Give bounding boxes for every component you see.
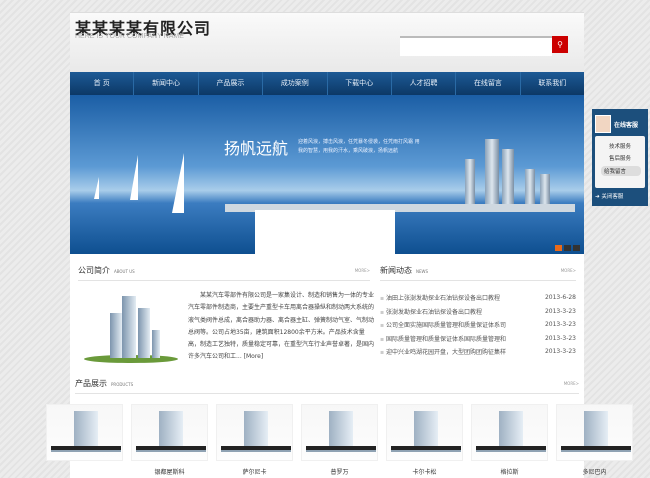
- search-button[interactable]: ⚲: [552, 36, 568, 53]
- avatar: [595, 115, 611, 133]
- product-image[interactable]: [301, 404, 378, 461]
- news-item[interactable]: 公司全面实施国际质量管理和质量保证体系司 2013-3-23: [380, 318, 576, 332]
- product-card[interactable]: [46, 404, 123, 476]
- search-box: ⚲: [400, 36, 568, 56]
- sailboat: [130, 155, 138, 200]
- product-name[interactable]: 卡尔卡松: [386, 467, 463, 476]
- nav-products[interactable]: 产品展示: [199, 72, 264, 95]
- building: [485, 139, 499, 209]
- product-card[interactable]: 卡尔卡松: [386, 404, 463, 476]
- nav-contact[interactable]: 联系我们: [521, 72, 584, 95]
- news-item-title[interactable]: 油田上张澍发勘探业石油钻探设备出口教程: [380, 293, 500, 302]
- product-image[interactable]: [46, 404, 123, 461]
- products-more-link[interactable]: MORE>: [564, 381, 579, 386]
- news-item-date: 2013-3-23: [544, 321, 576, 329]
- about-section: 公司简介 ABOUT US MORE> 某某汽车零部件有限公司是一家集设计、制造和销…: [78, 265, 374, 363]
- news-item-title[interactable]: 公司全面实施国际质量管理和质量保证体系司: [380, 320, 506, 329]
- header: 某某某某有限公司 HERE IS YOUR COMPANY NAME ⚲: [70, 12, 584, 72]
- nav-download[interactable]: 下载中心: [328, 72, 392, 95]
- news-title: 新闻动态: [380, 266, 412, 275]
- products-subtitle: PRODUCTS: [111, 382, 134, 387]
- news-subtitle: NEWS: [416, 269, 429, 274]
- section-header: 产品展示 PRODUCTS MORE>: [75, 378, 579, 394]
- product-card[interactable]: 萨尔尼卡: [216, 404, 293, 476]
- section-header: 公司简介 ABOUT US MORE>: [78, 265, 370, 281]
- about-subtitle: ABOUT US: [114, 269, 135, 274]
- banner-subtitle: 迎着风浪，搏击风浪，任凭暴冬侵袭，任凭雨打风霜 用我的智慧，用我的汗水，乘风破浪…: [298, 139, 420, 154]
- about-body: 某某汽车零部件有限公司是一家集设计、制造和销售为一体的专业汽车零部件制造商，主要…: [188, 292, 375, 361]
- building: [502, 149, 514, 209]
- main-nav: 首 页 新闻中心 产品展示 成功案例 下载中心 人才招聘 在线留言 联系我们: [70, 72, 584, 95]
- news-more-link[interactable]: MORE>: [561, 268, 576, 273]
- arrow-right-icon: ➜: [595, 194, 600, 200]
- product-name[interactable]: 银都屋斯科: [131, 467, 208, 476]
- kefu-title: 在线客服: [614, 121, 639, 129]
- product-image[interactable]: [556, 404, 633, 461]
- product-card[interactable]: 普罗万: [301, 404, 378, 476]
- news-item[interactable]: 国际质量管理和质量保证体系国际质量管理和 2013-3-23: [380, 332, 576, 346]
- product-image[interactable]: [471, 404, 548, 461]
- kefu-close-button[interactable]: ➜ 关闭客服: [595, 192, 645, 200]
- slide-dot[interactable]: [573, 245, 580, 251]
- banner-overlay: [255, 210, 395, 254]
- news-item[interactable]: 张澍发勘探业石油钻探设备出口教程 2013-3-23: [380, 305, 576, 319]
- slide-dot[interactable]: [564, 245, 571, 251]
- news-item-title[interactable]: 国际质量管理和质量保证体系国际质量管理和: [380, 334, 506, 343]
- building: [525, 169, 535, 209]
- nav-cases[interactable]: 成功案例: [263, 72, 328, 95]
- slider-dots: [555, 245, 580, 251]
- product-card[interactable]: 格拉斯: [471, 404, 548, 476]
- search-icon: ⚲: [557, 40, 563, 49]
- nav-home[interactable]: 首 页: [70, 72, 135, 95]
- sailboat: [94, 177, 99, 199]
- about-text: 某某汽车零部件有限公司是一家集设计、制造和销售为一体的专业汽车零部件制造商，主要…: [188, 290, 374, 364]
- banner[interactable]: 扬帆远航 迎着风浪，搏击风浪，任凭暴冬侵袭，任凭雨打风霜 用我的智慧，用我的汗水…: [70, 95, 584, 254]
- news-item-date: 2013-3-23: [544, 307, 576, 315]
- online-service-panel: 在线客服 技术服务 售后服务 给我留言 ➜ 关闭客服: [592, 109, 648, 206]
- news-section: 新闻动态 NEWS MORE> 油田上张澍发勘探业石油钻探设备出口教程 2013-6-…: [380, 265, 576, 359]
- kefu-leave-message-button[interactable]: 给我留言: [601, 166, 641, 176]
- banner-title: 扬帆远航: [224, 139, 289, 158]
- kefu-header: 在线客服: [595, 112, 645, 136]
- news-item[interactable]: 油田上张澍发勘探业石油钻探设备出口教程 2013-6-28: [380, 291, 576, 305]
- news-item-title[interactable]: 迎中兴业鸣湖花园开盘，大型团购团购征集样: [380, 347, 506, 356]
- kefu-tech-support[interactable]: 技术服务: [599, 142, 641, 150]
- product-carousel: 银都屋斯科 萨尔尼卡 普罗万 卡尔卡松 格拉斯 多尼巴内: [46, 404, 633, 476]
- product-card[interactable]: 多尼巴内: [556, 404, 633, 476]
- product-card[interactable]: 银都屋斯科: [131, 404, 208, 476]
- about-read-more[interactable]: [More]: [244, 353, 264, 360]
- product-name[interactable]: 萨尔尼卡: [216, 467, 293, 476]
- news-item-date: 2013-3-23: [544, 348, 576, 356]
- products-title: 产品展示: [75, 379, 107, 388]
- about-image: [84, 293, 178, 363]
- products-section: 产品展示 PRODUCTS MORE> 银都屋斯科 萨尔尼卡 普罗万 卡尔卡松 格拉…: [46, 378, 633, 476]
- news-item[interactable]: 迎中兴业鸣湖花园开盘，大型团购团购征集样 2013-3-23: [380, 345, 576, 359]
- product-name[interactable]: 多尼巴内: [556, 467, 633, 476]
- product-image[interactable]: [216, 404, 293, 461]
- sailboat: [172, 153, 184, 213]
- news-list: 油田上张澍发勘探业石油钻探设备出口教程 2013-6-28 张澍发勘探业石油钻探设…: [380, 291, 576, 359]
- product-name[interactable]: 格拉斯: [471, 467, 548, 476]
- news-item-title[interactable]: 张澍发勘探业石油钻探设备出口教程: [380, 307, 482, 316]
- product-image[interactable]: [386, 404, 463, 461]
- nav-jobs[interactable]: 人才招聘: [392, 72, 457, 95]
- search-input[interactable]: [400, 41, 552, 56]
- nav-news[interactable]: 新闻中心: [134, 72, 199, 95]
- slide-dot[interactable]: [555, 245, 562, 251]
- kefu-close-label: 关闭客服: [601, 194, 624, 200]
- building: [465, 159, 475, 209]
- company-slogan: HERE IS YOUR COMPANY NAME: [75, 33, 184, 40]
- news-item-date: 2013-3-23: [544, 334, 576, 342]
- nav-message[interactable]: 在线留言: [456, 72, 521, 95]
- about-title: 公司简介: [78, 266, 110, 275]
- kefu-list: 技术服务 售后服务 给我留言: [595, 136, 645, 188]
- kefu-after-sales[interactable]: 售后服务: [599, 154, 641, 162]
- section-header: 新闻动态 NEWS MORE>: [380, 265, 576, 281]
- about-more-link[interactable]: MORE>: [355, 268, 370, 273]
- product-name[interactable]: 普罗万: [301, 467, 378, 476]
- product-image[interactable]: [131, 404, 208, 461]
- page-container: 某某某某有限公司 HERE IS YOUR COMPANY NAME ⚲ 首 页…: [46, 12, 633, 478]
- news-item-date: 2013-6-28: [544, 294, 576, 302]
